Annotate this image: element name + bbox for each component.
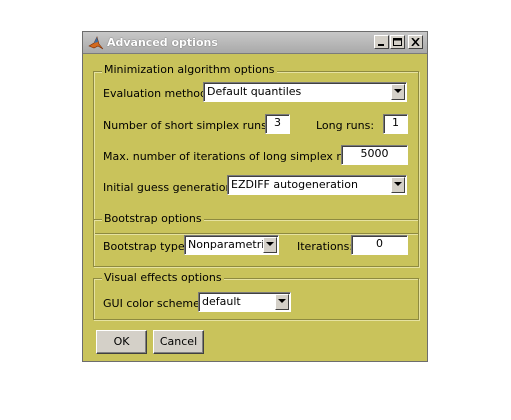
iterations-input[interactable]: 0 bbox=[351, 235, 408, 255]
evaluation-method-dropdown-button[interactable] bbox=[391, 84, 405, 100]
chevron-down-icon bbox=[266, 242, 274, 246]
gui-color-scheme-select[interactable]: default bbox=[198, 292, 291, 312]
close-button[interactable] bbox=[408, 35, 423, 49]
maximize-button[interactable] bbox=[390, 35, 405, 49]
chevron-down-icon bbox=[394, 89, 402, 93]
max-iterations-label: Max. number of iterations of long simple… bbox=[103, 150, 365, 163]
initial-guess-value: EZDIFF autogeneration bbox=[231, 178, 358, 191]
minimize-icon bbox=[378, 44, 384, 46]
bootstrap-type-select[interactable]: Nonparametric bbox=[184, 235, 279, 255]
minimize-button[interactable] bbox=[374, 35, 389, 49]
ok-button[interactable]: OK bbox=[96, 330, 147, 354]
visual-effects-legend: Visual effects options bbox=[102, 271, 224, 284]
initial-guess-select[interactable]: EZDIFF autogeneration bbox=[227, 175, 407, 195]
evaluation-method-value: Default quantiles bbox=[207, 85, 302, 98]
gui-color-scheme-dropdown-button[interactable] bbox=[275, 294, 289, 310]
initial-guess-label: Initial guess generation: bbox=[103, 181, 237, 194]
matlab-icon bbox=[88, 36, 104, 50]
long-runs-input[interactable]: 1 bbox=[383, 114, 408, 134]
title-bar[interactable]: Advanced options bbox=[83, 32, 427, 54]
bootstrap-type-value: Nonparametric bbox=[188, 238, 271, 251]
chevron-down-icon bbox=[394, 182, 402, 186]
maximize-icon bbox=[393, 38, 402, 46]
gui-color-scheme-label: GUI color scheme: bbox=[103, 297, 204, 310]
bootstrap-options-legend: Bootstrap options bbox=[102, 212, 204, 225]
evaluation-method-label: Evaluation method: bbox=[103, 87, 211, 100]
short-runs-input[interactable]: 3 bbox=[265, 114, 290, 134]
evaluation-method-select[interactable]: Default quantiles bbox=[203, 82, 407, 102]
bootstrap-type-label: Bootstrap type: bbox=[103, 240, 189, 253]
minimization-options-legend: Minimization algorithm options bbox=[102, 63, 277, 76]
cancel-button[interactable]: Cancel bbox=[153, 330, 204, 354]
long-runs-label: Long runs: bbox=[316, 119, 375, 132]
close-icon bbox=[411, 38, 420, 46]
chevron-down-icon bbox=[278, 299, 286, 303]
max-iterations-input[interactable]: 5000 bbox=[341, 145, 408, 165]
advanced-options-dialog: Advanced options Minimization algorithm … bbox=[82, 31, 428, 362]
short-runs-label: Number of short simplex runs: bbox=[103, 119, 271, 132]
iterations-label: Iterations: bbox=[297, 240, 354, 253]
bootstrap-type-dropdown-button[interactable] bbox=[263, 237, 277, 253]
window-title: Advanced options bbox=[107, 36, 218, 49]
initial-guess-dropdown-button[interactable] bbox=[391, 177, 405, 193]
gui-color-scheme-value: default bbox=[202, 295, 241, 308]
